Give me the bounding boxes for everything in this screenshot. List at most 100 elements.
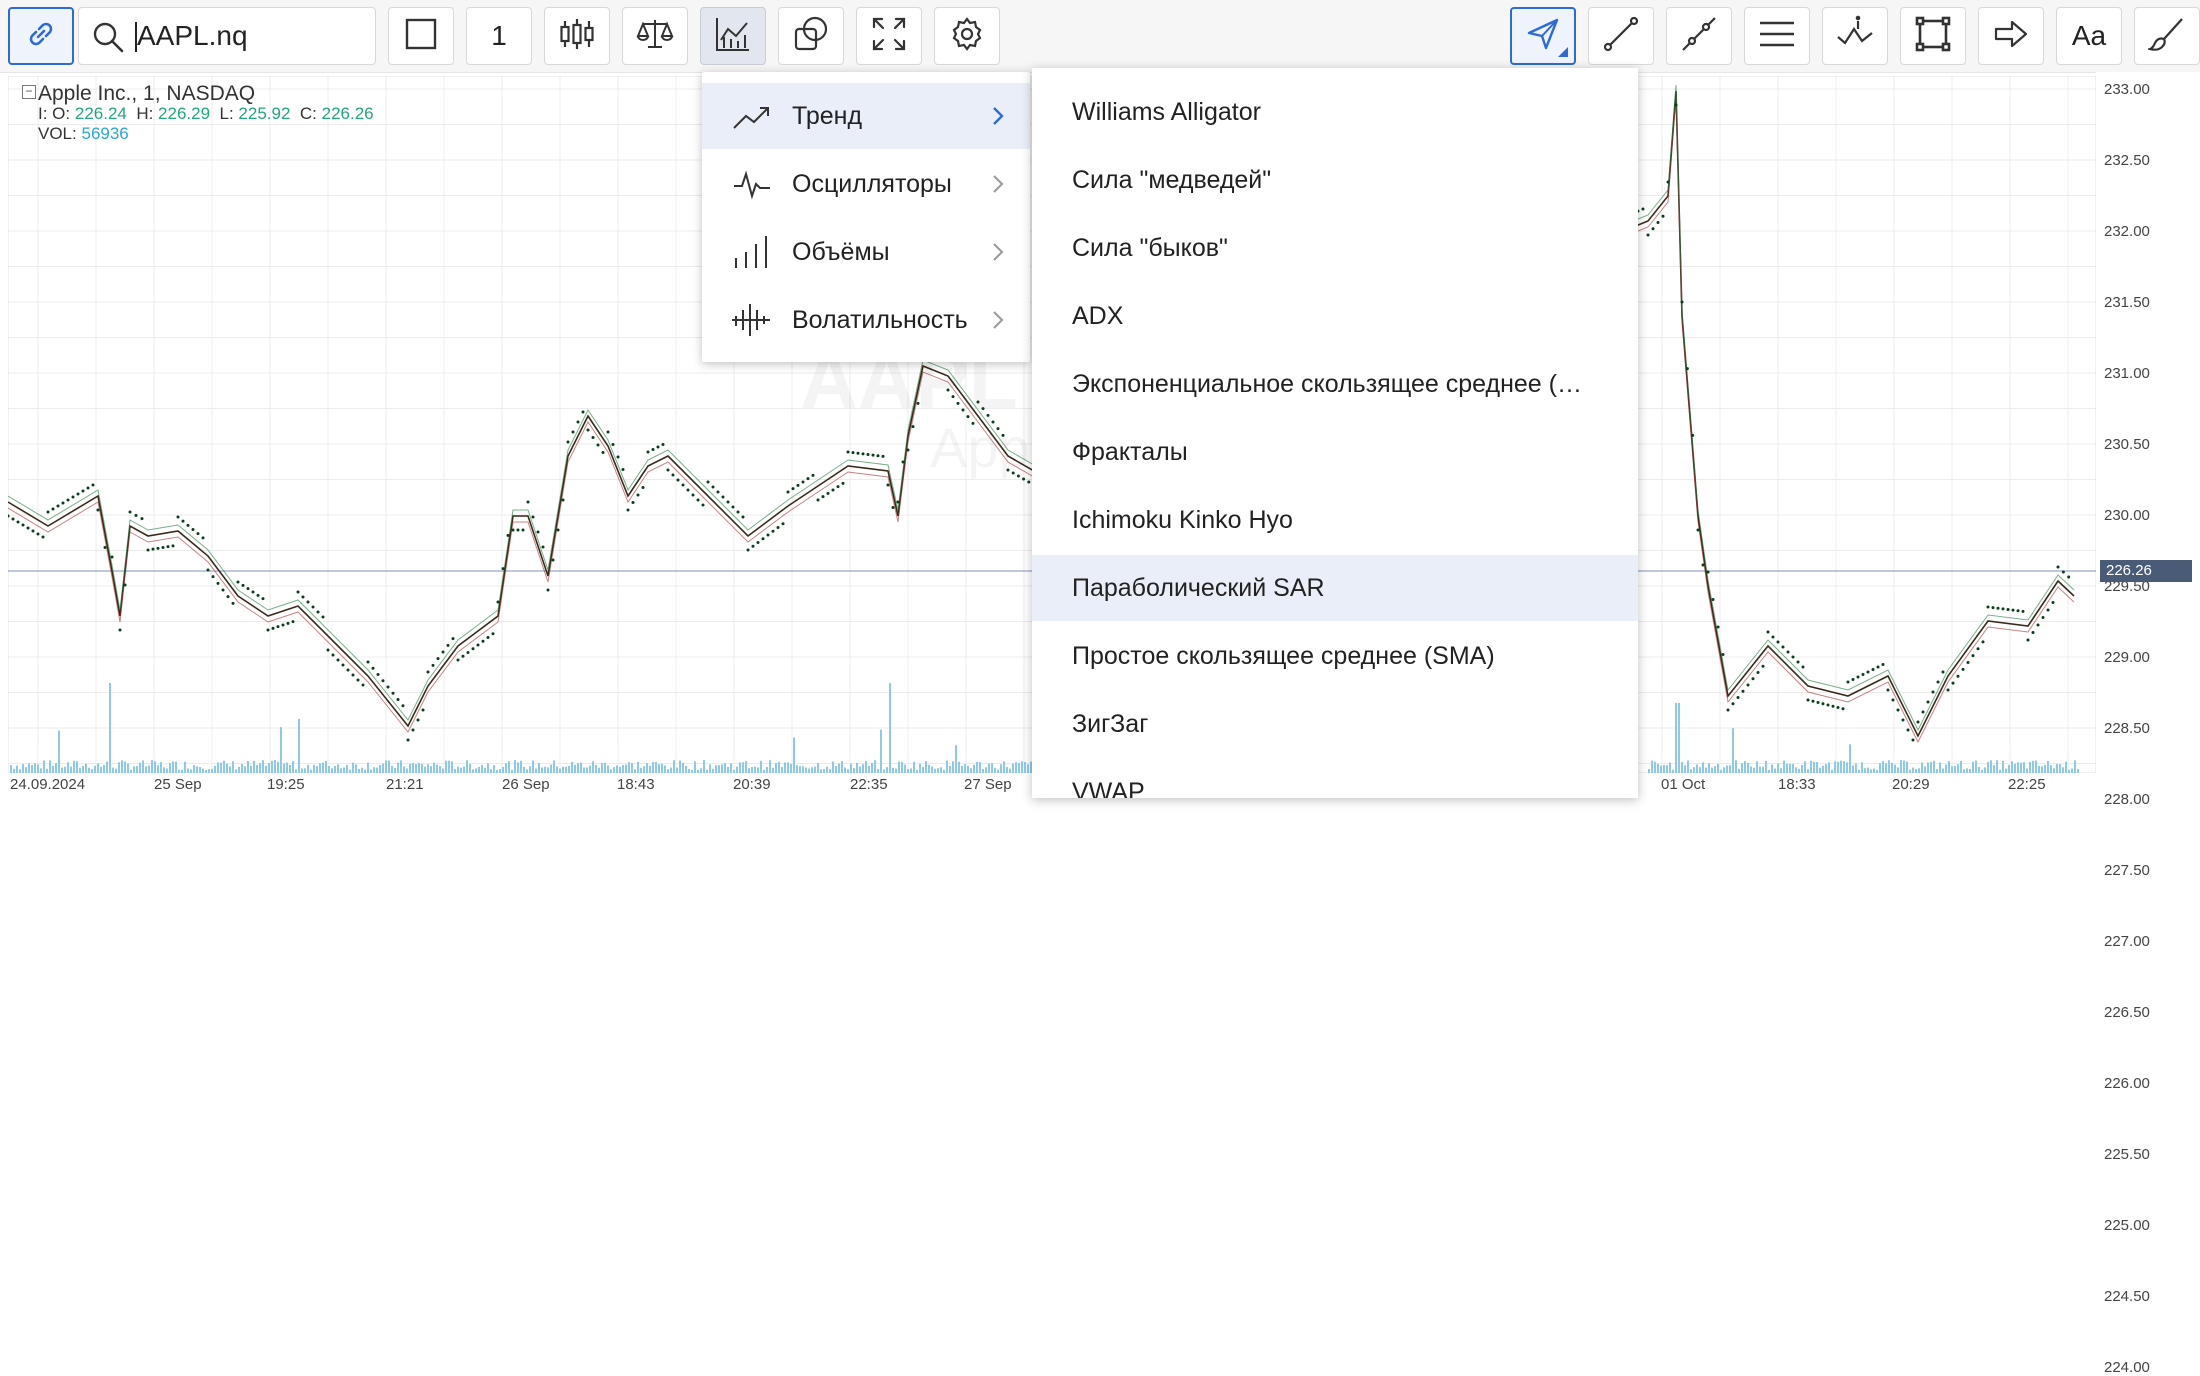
cursor-tool-button[interactable] bbox=[1510, 7, 1576, 65]
indicator-label: Фракталы bbox=[1072, 438, 1188, 466]
shapes-icon bbox=[792, 15, 830, 58]
chart-type-button[interactable] bbox=[544, 7, 610, 65]
indicator-williams-alligator[interactable]: Williams Alligator bbox=[1032, 79, 1638, 145]
oscillator-icon bbox=[732, 168, 772, 200]
price-axis-label: 230.50 bbox=[2104, 436, 2150, 453]
volatility-icon bbox=[732, 304, 772, 336]
time-axis-label: 01 Oct bbox=[1661, 776, 1706, 793]
time-axis-label: 20:29 bbox=[1892, 776, 1930, 793]
indicators-button[interactable] bbox=[700, 7, 766, 65]
indicator-fractals[interactable]: Фракталы bbox=[1032, 419, 1638, 485]
legend-high-label: H: bbox=[136, 104, 154, 123]
parallel-lines-icon bbox=[1758, 15, 1796, 58]
indicator-label: Экспоненциальное скользящее среднее (… bbox=[1072, 370, 1582, 398]
price-axis-label: 229.00 bbox=[2104, 649, 2150, 666]
info-line-icon bbox=[1836, 15, 1874, 58]
arrow-button[interactable] bbox=[1978, 7, 2044, 65]
compare-button[interactable] bbox=[622, 7, 688, 65]
price-axis-label: 231.00 bbox=[2104, 365, 2150, 382]
legend-low-label: L: bbox=[219, 104, 234, 123]
scales-icon bbox=[636, 15, 674, 58]
indicator-ema[interactable]: Экспоненциальное скользящее среднее (… bbox=[1032, 351, 1638, 417]
price-axis-label: 225.00 bbox=[2104, 1217, 2150, 1234]
legend-high: 226.29 bbox=[158, 104, 211, 123]
indicators-icon bbox=[714, 15, 752, 58]
legend-close: 226.26 bbox=[321, 104, 374, 123]
settings-button[interactable] bbox=[934, 7, 1000, 65]
gear-icon bbox=[948, 15, 986, 58]
brush-button[interactable] bbox=[2134, 7, 2200, 65]
square-icon bbox=[402, 15, 440, 58]
indicator-label: Сила "медведей" bbox=[1072, 166, 1272, 194]
price-axis-label: 225.50 bbox=[2104, 1146, 2150, 1163]
indicator-label: ЗигЗаг bbox=[1072, 710, 1149, 738]
objects-button[interactable] bbox=[778, 7, 844, 65]
expand-icon bbox=[870, 15, 908, 58]
category-oscillators[interactable]: Осцилляторы bbox=[702, 151, 1030, 217]
text-tool-label: Aa bbox=[2071, 20, 2107, 51]
indicator-bears-power[interactable]: Сила "медведей" bbox=[1032, 147, 1638, 213]
category-trend[interactable]: Тренд bbox=[702, 83, 1030, 149]
info-line-button[interactable] bbox=[1822, 7, 1888, 65]
price-axis-label: 233.00 bbox=[2104, 81, 2150, 98]
time-axis-label: 27 Sep bbox=[964, 776, 1012, 793]
indicator-sma[interactable]: Простое скользящее среднее (SMA) bbox=[1032, 623, 1638, 689]
chart-shape-button[interactable] bbox=[388, 7, 454, 65]
indicator-label: ADX bbox=[1072, 302, 1124, 330]
symbol-search-input[interactable] bbox=[137, 16, 357, 56]
price-axis-label: 227.00 bbox=[2104, 933, 2150, 950]
fullscreen-button[interactable] bbox=[856, 7, 922, 65]
indicator-adx[interactable]: ADX bbox=[1032, 283, 1638, 349]
ray-button[interactable] bbox=[1666, 7, 1732, 65]
cursor-arrow-icon bbox=[1524, 15, 1562, 58]
time-axis-label: 26 Sep bbox=[502, 776, 550, 793]
link-button[interactable] bbox=[8, 7, 74, 65]
tool-submenu-indicator bbox=[1558, 47, 1568, 57]
indicator-parabolic-sar[interactable]: Параболический SAR bbox=[1032, 555, 1638, 621]
time-axis-label: 25 Sep bbox=[154, 776, 202, 793]
rectangle-icon bbox=[1914, 15, 1952, 58]
volume-bars-icon bbox=[732, 236, 772, 268]
price-axis[interactable] bbox=[2096, 72, 2200, 773]
price-axis-label: 224.00 bbox=[2104, 1359, 2150, 1376]
category-volumes[interactable]: Объёмы bbox=[702, 219, 1030, 285]
indicator-zigzag[interactable]: ЗигЗаг bbox=[1032, 691, 1638, 757]
timeframe-label: 1 bbox=[491, 20, 507, 51]
text-tool-button[interactable]: Aa bbox=[2056, 7, 2122, 65]
legend-title: Apple Inc., 1, NASDAQ bbox=[38, 82, 256, 105]
time-axis-label: 18:33 bbox=[1778, 776, 1816, 793]
category-volatility[interactable]: Волатильность bbox=[702, 287, 1030, 353]
indicator-vwap[interactable]: VWAP bbox=[1032, 759, 1638, 798]
time-axis-label: 24.09.2024 bbox=[10, 776, 86, 793]
timeframe-button[interactable]: 1 bbox=[466, 7, 532, 65]
indicator-category-menu: Тренд Осцилляторы Объёмы Волатильность bbox=[702, 72, 1030, 362]
chevron-right-icon bbox=[988, 105, 1008, 127]
time-axis-label: 22:35 bbox=[850, 776, 888, 793]
time-axis-label: 19:25 bbox=[267, 776, 305, 793]
indicator-label: Параболический SAR bbox=[1072, 574, 1325, 602]
arrow-icon bbox=[1992, 15, 2030, 58]
legend-open-label: I: O: bbox=[38, 104, 71, 123]
time-axis-label: 20:39 bbox=[733, 776, 771, 793]
legend-vol: 56936 bbox=[81, 124, 129, 143]
legend-low: 225.92 bbox=[238, 104, 291, 123]
trend-line-button[interactable] bbox=[1588, 7, 1654, 65]
brush-icon bbox=[2146, 15, 2186, 58]
indicator-label: Простое скользящее среднее (SMA) bbox=[1072, 642, 1495, 670]
parallel-lines-button[interactable] bbox=[1744, 7, 1810, 65]
legend-collapse-button[interactable]: − bbox=[22, 85, 36, 99]
symbol-search[interactable] bbox=[78, 7, 376, 65]
price-axis-label: 232.50 bbox=[2104, 152, 2150, 169]
legend-close-label: C: bbox=[299, 104, 317, 123]
indicator-ichimoku[interactable]: Ichimoku Kinko Hyo bbox=[1032, 487, 1638, 553]
price-axis-label: 231.50 bbox=[2104, 294, 2150, 311]
rectangle-button[interactable] bbox=[1900, 7, 1966, 65]
category-label: Осцилляторы bbox=[792, 170, 952, 198]
toolbar: 1 bbox=[0, 0, 2200, 73]
time-axis-label: 21:21 bbox=[386, 776, 424, 793]
price-axis-label: 227.50 bbox=[2104, 862, 2150, 879]
price-axis-label: 230.00 bbox=[2104, 507, 2150, 524]
indicator-bulls-power[interactable]: Сила "быков" bbox=[1032, 215, 1638, 281]
indicator-label: VWAP bbox=[1072, 778, 1145, 798]
category-label: Объёмы bbox=[792, 238, 890, 266]
